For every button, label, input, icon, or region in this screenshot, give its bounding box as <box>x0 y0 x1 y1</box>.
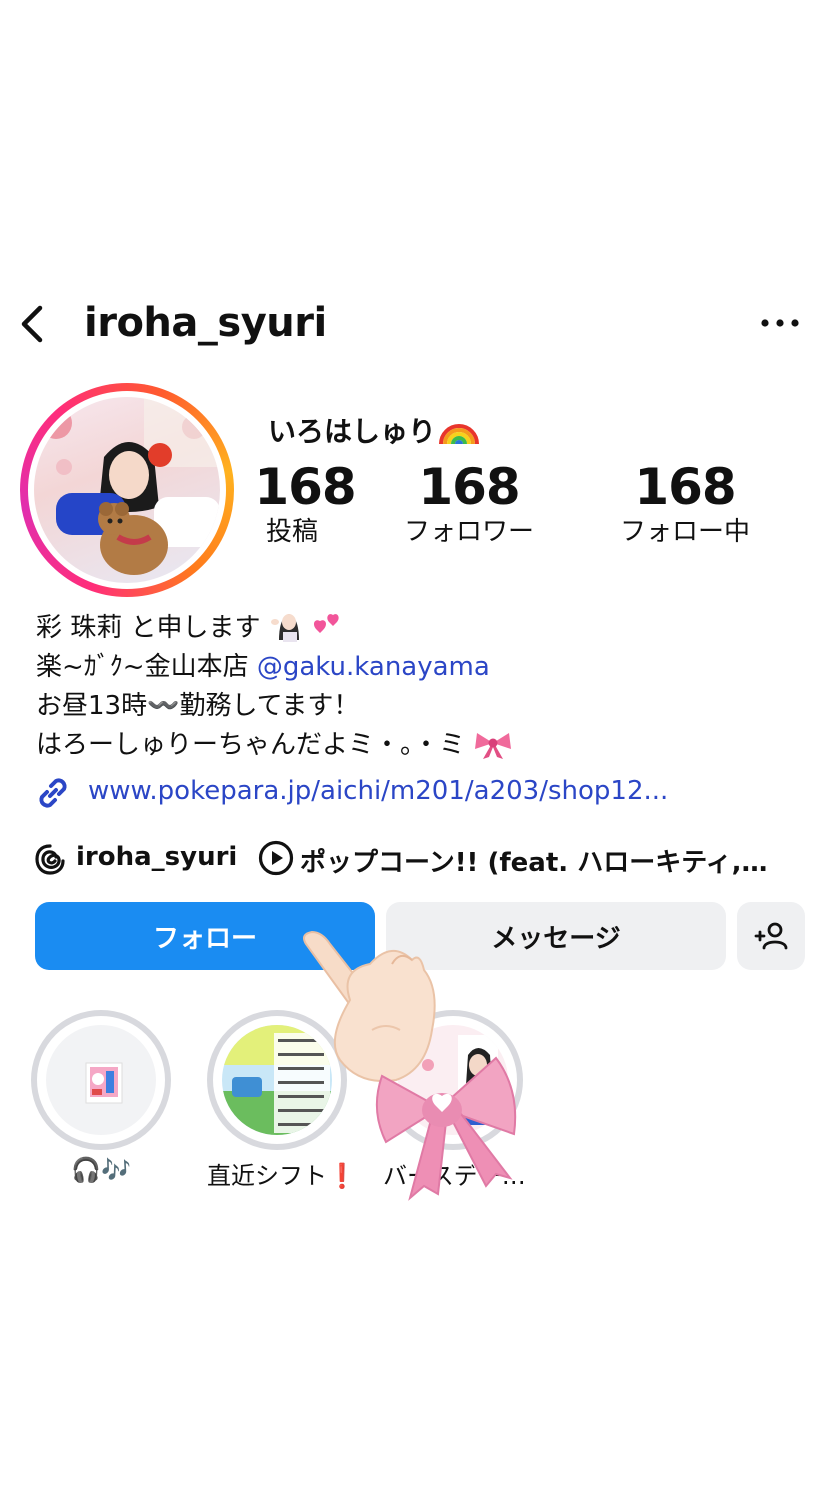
threads-icon[interactable] <box>34 842 66 876</box>
followers-label: フォロワー <box>403 517 534 547</box>
add-person-icon <box>754 922 788 950</box>
play-circle-icon[interactable] <box>258 840 294 876</box>
bio-mention-link[interactable]: @gaku.kanayama <box>257 652 490 682</box>
stat-posts[interactable]: 168 投稿 <box>250 458 360 548</box>
suggest-accounts-button[interactable] <box>737 902 805 970</box>
posts-label: 投稿 <box>266 517 319 547</box>
avatar-story-ring[interactable] <box>20 383 234 597</box>
stat-followers[interactable]: 168 フォロワー <box>396 458 542 548</box>
display-name-text: いろはしゅり <box>268 415 437 448</box>
following-count: 168 <box>634 458 736 516</box>
following-label: フォロー中 <box>619 517 750 547</box>
bio-line-2: 楽~ｶﾞｸ~金山本店 @gaku.kanayama <box>36 652 490 682</box>
profile-header: iroha_syuri <box>0 296 840 356</box>
highlight-label: 🎧🎶 <box>71 1156 131 1184</box>
external-link-text[interactable]: www.pokepara.jp/aichi/m201/a203/shop12..… <box>88 776 668 806</box>
more-options-icon[interactable] <box>760 318 800 328</box>
profile-bio: 彩 珠莉 と申します 楽~ｶﾞｸ~金山本店 @gaku.kanayama お昼1… <box>36 606 513 765</box>
bio-line-1: 彩 珠莉 と申します <box>36 606 513 648</box>
pointing-hand-bow-sticker-icon <box>303 930 517 1201</box>
rainbow-icon <box>439 424 480 445</box>
profile-avatar <box>34 397 220 583</box>
profile-music-text[interactable]: ポップコーン!! (feat. ハローキティ,… <box>300 842 768 879</box>
back-arrow-icon[interactable] <box>14 302 54 346</box>
woman-tipping-hand-icon <box>270 614 299 642</box>
stat-following[interactable]: 168 フォロー中 <box>612 458 758 548</box>
display-name: いろはしゅり <box>268 410 480 450</box>
highlight-cover-image-icon <box>85 1062 123 1104</box>
highlight-cover <box>31 1010 171 1150</box>
avatar-photo-icon <box>40 397 220 575</box>
posts-count: 168 <box>254 458 356 516</box>
threads-music-row: iroha_syuri ポップコーン!! (feat. ハローキティ,… <box>34 838 814 878</box>
ribbon-icon <box>475 733 512 759</box>
header-username: iroha_syuri <box>84 300 327 346</box>
followers-count: 168 <box>418 458 520 516</box>
bio-line-3: お昼13時〰️勤務してます！ <box>36 691 360 721</box>
bio-line-4: はろーしゅりーちゃんだよミ・。・ミ <box>36 726 513 765</box>
threads-username[interactable]: iroha_syuri <box>76 842 237 872</box>
two-hearts-icon <box>313 614 339 633</box>
story-highlight[interactable]: 🎧🎶 <box>31 1010 171 1184</box>
link-icon <box>39 778 67 808</box>
